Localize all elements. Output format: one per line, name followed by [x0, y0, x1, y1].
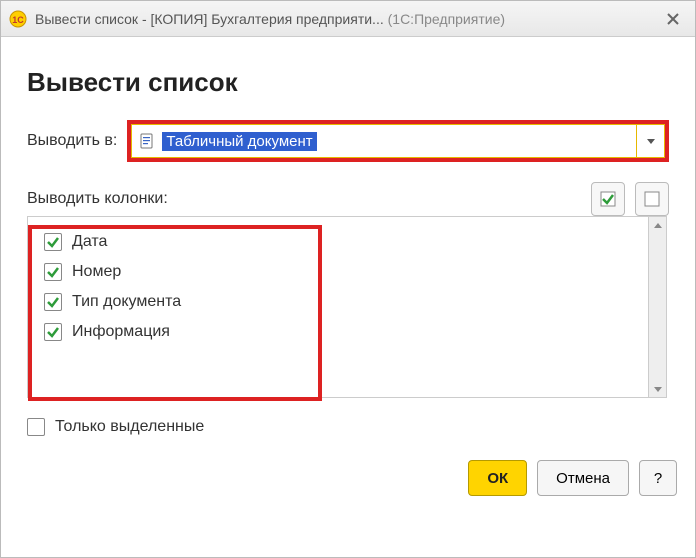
combo-dropdown-arrow[interactable] — [636, 125, 664, 157]
check-all-button[interactable] — [591, 182, 625, 216]
output-to-highlight: Табличный документ — [127, 120, 669, 162]
output-to-value: Табличный документ — [162, 132, 316, 151]
output-to-row: Выводить в: Табличный документ — [27, 120, 669, 162]
cancel-button[interactable]: Отмена — [537, 460, 629, 496]
document-icon — [138, 132, 156, 150]
list-item[interactable]: Номер — [42, 257, 634, 287]
titlebar: 1C Вывести список - [КОПИЯ] Бухгалтерия … — [1, 1, 695, 37]
output-to-combo[interactable]: Табличный документ — [131, 124, 665, 158]
columns-row: Выводить колонки: — [27, 182, 669, 216]
checkbox[interactable] — [44, 263, 62, 281]
scrollbar[interactable] — [648, 217, 666, 397]
window-title-main: Вывести список - [КОПИЯ] Бухгалтерия пре… — [35, 11, 384, 27]
only-selected-row[interactable]: Только выделенные — [27, 418, 669, 436]
checkbox[interactable] — [27, 418, 45, 436]
columns-label: Выводить колонки: — [27, 190, 581, 208]
columns-list: Дата Номер Тип документа — [28, 217, 666, 397]
button-row: ОК Отмена ? — [1, 448, 695, 514]
output-to-label: Выводить в: — [27, 132, 117, 150]
svg-text:1C: 1C — [12, 15, 24, 25]
help-button[interactable]: ? — [639, 460, 677, 496]
checkbox[interactable] — [44, 323, 62, 341]
list-item-label: Информация — [72, 323, 170, 341]
list-item[interactable]: Дата — [42, 227, 634, 257]
page-title: Вывести список — [27, 67, 669, 98]
list-item[interactable]: Тип документа — [42, 287, 634, 317]
list-item[interactable]: Информация — [42, 317, 634, 347]
uncheck-all-button[interactable] — [635, 182, 669, 216]
list-item-label: Номер — [72, 263, 121, 281]
ok-button[interactable]: ОК — [468, 460, 527, 496]
checkbox[interactable] — [44, 293, 62, 311]
app-icon: 1C — [9, 10, 27, 28]
list-item-label: Тип документа — [72, 293, 181, 311]
only-selected-label: Только выделенные — [55, 418, 204, 436]
window-title-suffix: (1С:Предприятие) — [388, 11, 505, 27]
window-title: Вывести список - [КОПИЯ] Бухгалтерия пре… — [35, 11, 659, 27]
close-button[interactable] — [659, 8, 687, 30]
scroll-up-icon[interactable] — [649, 217, 666, 233]
checkbox[interactable] — [44, 233, 62, 251]
list-item-label: Дата — [72, 233, 107, 251]
scroll-down-icon[interactable] — [649, 381, 666, 397]
